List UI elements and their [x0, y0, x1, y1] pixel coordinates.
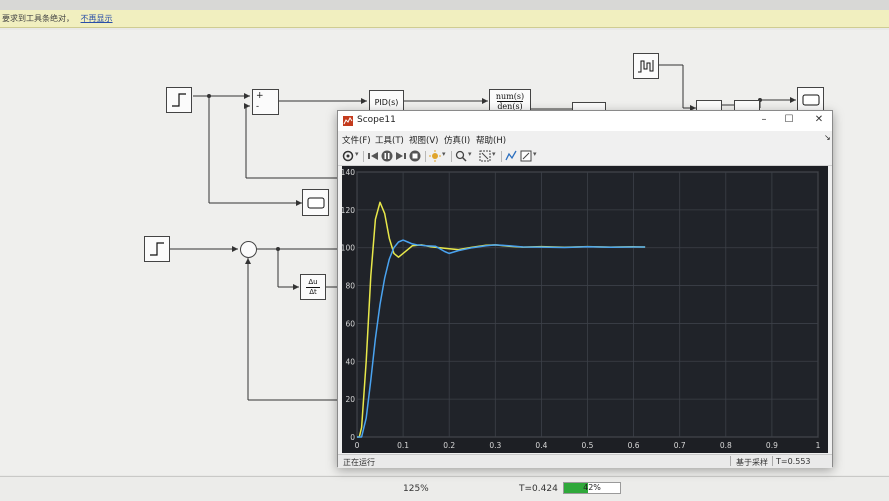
scope-menubar: 文件(F) 工具(T) 视图(V) 仿真(I) 帮助(H) ↘: [338, 132, 832, 147]
progress-label: 42%: [583, 483, 601, 492]
derivative-denominator: Δt: [309, 287, 317, 296]
zoom-dropdown-icon[interactable]: ▾: [468, 150, 472, 158]
x-tick-label: 1: [816, 441, 821, 450]
properties-icon[interactable]: [520, 150, 532, 162]
autoscale-icon[interactable]: [479, 150, 491, 162]
scope-window[interactable]: Scope11 – ☐ ✕ 文件(F) 工具(T) 视图(V) 仿真(I) 帮助…: [337, 110, 833, 468]
notification-text: 要求到工具条绝对，: [2, 14, 74, 23]
scope-running-status: 正在运行: [343, 458, 375, 467]
step-forward-icon[interactable]: [395, 150, 407, 162]
step-block-top[interactable]: [166, 87, 192, 113]
y-tick-label: 120: [342, 206, 355, 215]
status-divider: [772, 456, 773, 466]
zoom-level: 125%: [403, 484, 429, 494]
x-tick-label: 0.4: [535, 441, 547, 450]
tf-numerator: num(s): [495, 91, 525, 101]
highlight-icon[interactable]: [429, 150, 441, 162]
step-icon-bottom: [150, 242, 164, 256]
scope-sim-time: T=0.553: [776, 457, 811, 466]
menu-view[interactable]: 视图(V): [409, 134, 438, 146]
scope-block-top[interactable]: [302, 189, 329, 216]
toolbar-separator: [425, 151, 426, 162]
x-tick-label: 0.6: [628, 441, 640, 450]
undock-icon[interactable]: ↘: [824, 133, 831, 142]
sum-minus-sign: -: [256, 102, 260, 112]
toolbar-separator: [451, 151, 452, 162]
scope-block-right[interactable]: [797, 87, 824, 112]
step-block-bottom[interactable]: [144, 236, 170, 262]
menu-simulation[interactable]: 仿真(I): [444, 134, 470, 146]
zoom-icon[interactable]: [455, 150, 467, 162]
x-tick-label: 0.8: [720, 441, 732, 450]
scope-title: Scope11: [357, 115, 396, 125]
x-tick-label: 0.3: [489, 441, 501, 450]
x-tick-label: 0.2: [443, 441, 455, 450]
autoscale-dropdown-icon[interactable]: ▾: [492, 150, 496, 158]
x-tick-label: 0.7: [674, 441, 686, 450]
x-tick-label: 0.9: [766, 441, 778, 450]
settings-icon[interactable]: [342, 150, 354, 162]
dont-show-again-link[interactable]: 不再显示: [81, 14, 113, 23]
scope-screen-icon-right: [802, 94, 819, 105]
maximize-icon[interactable]: ☐: [781, 113, 797, 127]
toolbar-separator: [501, 151, 502, 162]
sum-circle-bottom[interactable]: [240, 241, 257, 258]
window-top-strip: [0, 0, 889, 10]
scope-screen-icon: [307, 197, 324, 208]
scope-toolbar: ▾ ▾ ▾ ▾ ▾: [338, 148, 832, 166]
sum-plus-sign: +: [256, 91, 264, 101]
menu-file[interactable]: 文件(F): [342, 134, 371, 146]
y-tick-label: 80: [345, 282, 355, 291]
y-tick-label: 140: [342, 168, 355, 177]
y-tick-label: 100: [342, 244, 355, 253]
notification-bar: 要求到工具条绝对， 不再显示: [0, 10, 889, 28]
menu-tools[interactable]: 工具(T): [375, 134, 404, 146]
step-icon: [172, 93, 186, 107]
derivative-numerator: Δu: [308, 277, 318, 286]
simulation-progress: 42%: [563, 482, 621, 494]
status-divider: [730, 456, 731, 466]
stop-icon[interactable]: [409, 150, 421, 162]
scope-titlebar[interactable]: Scope11 – ☐ ✕: [338, 111, 832, 131]
close-icon[interactable]: ✕: [811, 113, 827, 127]
signal-builder-block[interactable]: [633, 53, 659, 79]
y-tick-label: 0: [350, 433, 355, 442]
properties-dropdown-icon[interactable]: ▾: [533, 150, 537, 158]
cursor-measure-icon[interactable]: [505, 150, 517, 162]
y-tick-label: 20: [345, 395, 355, 404]
scope-sample-mode: 基于采样: [736, 458, 768, 467]
x-tick-label: 0: [355, 441, 360, 450]
pid-label: PID(s): [374, 97, 399, 107]
scope-app-icon: [343, 116, 353, 126]
menu-help[interactable]: 帮助(H): [476, 134, 506, 146]
y-tick-label: 40: [345, 357, 355, 366]
simulink-status-bar: 125% T=0.424 42%: [0, 476, 889, 501]
y-tick-label: 60: [345, 319, 355, 328]
scope-status-bar: 正在运行 基于采样 T=0.553: [338, 454, 832, 468]
settings-dropdown-icon[interactable]: ▾: [355, 150, 359, 158]
step-back-icon[interactable]: [367, 150, 379, 162]
scope-chart[interactable]: 0 0.1 0.2 0.3 0.4 0.5 0.6 0.7 0.8 0.9 1 0 20 40 60 80 10…: [342, 166, 828, 453]
toolbar-separator: [363, 151, 364, 162]
highlight-dropdown-icon[interactable]: ▾: [442, 150, 446, 158]
scope-plot-area[interactable]: 0 0.1 0.2 0.3 0.4 0.5 0.6 0.7 0.8 0.9 1 0 20 40 60 80 10…: [342, 166, 828, 453]
signal-builder-icon: [638, 60, 654, 73]
derivative-block[interactable]: Δu Δt: [300, 274, 326, 300]
sum-block-top[interactable]: + -: [252, 89, 279, 115]
pause-icon[interactable]: [381, 150, 393, 162]
x-tick-label: 0.1: [397, 441, 409, 450]
minimize-icon[interactable]: –: [756, 113, 772, 127]
x-tick-label: 0.5: [582, 441, 594, 450]
simulation-time: T=0.424: [519, 484, 558, 494]
